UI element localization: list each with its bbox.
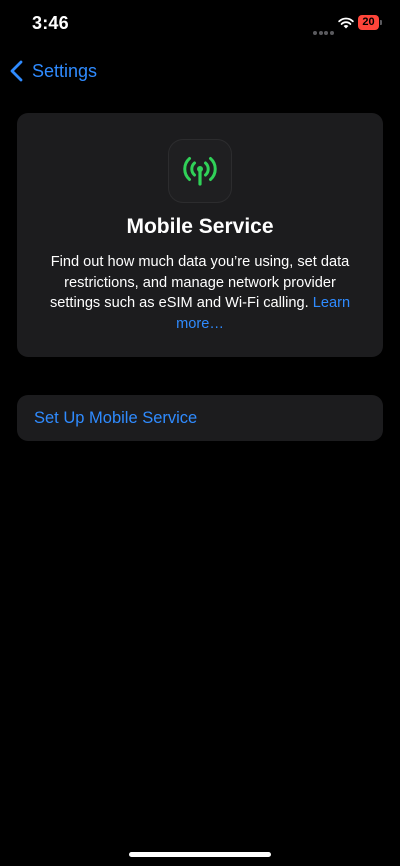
- setup-mobile-service-label: Set Up Mobile Service: [34, 409, 198, 427]
- signal-dots-icon: [313, 22, 335, 35]
- status-bar: 3:46 20: [0, 0, 400, 48]
- status-time: 3:46: [32, 13, 69, 33]
- battery-level: 20: [358, 15, 379, 30]
- description-text: Find out how much data you’re using, set…: [49, 254, 350, 311]
- card-description: Find out how much data you’re using, set…: [37, 252, 363, 334]
- battery-icon: 20: [358, 15, 382, 30]
- home-indicator[interactable]: [129, 852, 271, 857]
- card-title: Mobile Service: [126, 215, 274, 238]
- setup-mobile-service-button[interactable]: Set Up Mobile Service: [17, 395, 383, 441]
- mobile-service-app-icon: [168, 139, 232, 203]
- chevron-left-icon: [10, 60, 23, 82]
- wifi-icon: [338, 17, 354, 29]
- antenna-icon: [183, 157, 217, 186]
- info-card: Mobile Service Find out how much data yo…: [17, 113, 383, 357]
- battery-tip: [380, 20, 382, 25]
- back-label: Settings: [32, 60, 98, 81]
- back-button[interactable]: Settings: [8, 55, 97, 87]
